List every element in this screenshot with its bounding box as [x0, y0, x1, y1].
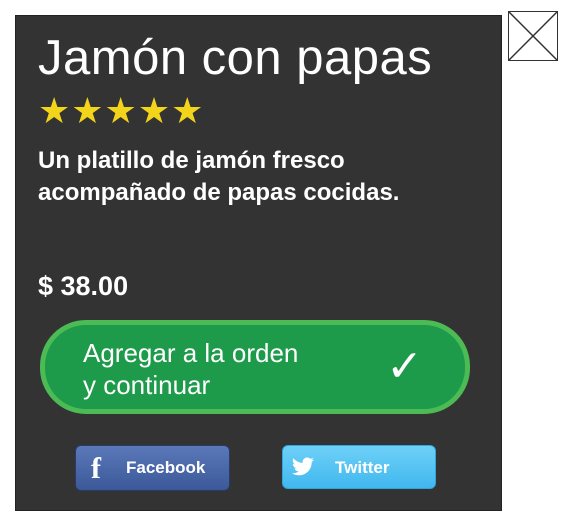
- add-to-order-button[interactable]: Agregar a la orden y continuar ✓: [40, 320, 470, 414]
- add-to-order-label-line1: Agregar a la orden: [83, 338, 299, 368]
- twitter-icon: [292, 457, 314, 476]
- product-title: Jamón con papas: [38, 31, 433, 85]
- product-description: Un platillo de jamón fresco acompañado d…: [38, 147, 400, 206]
- add-to-order-label-line2: y continuar: [83, 370, 211, 400]
- check-icon: ✓: [386, 342, 423, 391]
- facebook-icon: f: [91, 452, 101, 485]
- facebook-share-button[interactable]: f Facebook: [75, 445, 230, 491]
- twitter-label: Twitter: [335, 458, 390, 477]
- rating-stars: ★★★★★: [38, 90, 205, 131]
- product-card: Jamón con papas ★★★★★ Un platillo de jam…: [15, 15, 502, 511]
- facebook-label: Facebook: [126, 458, 206, 477]
- add-to-order-label: Agregar a la orden y continuar: [83, 337, 383, 401]
- twitter-share-button[interactable]: Twitter: [282, 445, 436, 489]
- close-button[interactable]: [508, 11, 558, 61]
- product-price: $ 38.00: [38, 271, 129, 301]
- close-icon: [508, 11, 558, 61]
